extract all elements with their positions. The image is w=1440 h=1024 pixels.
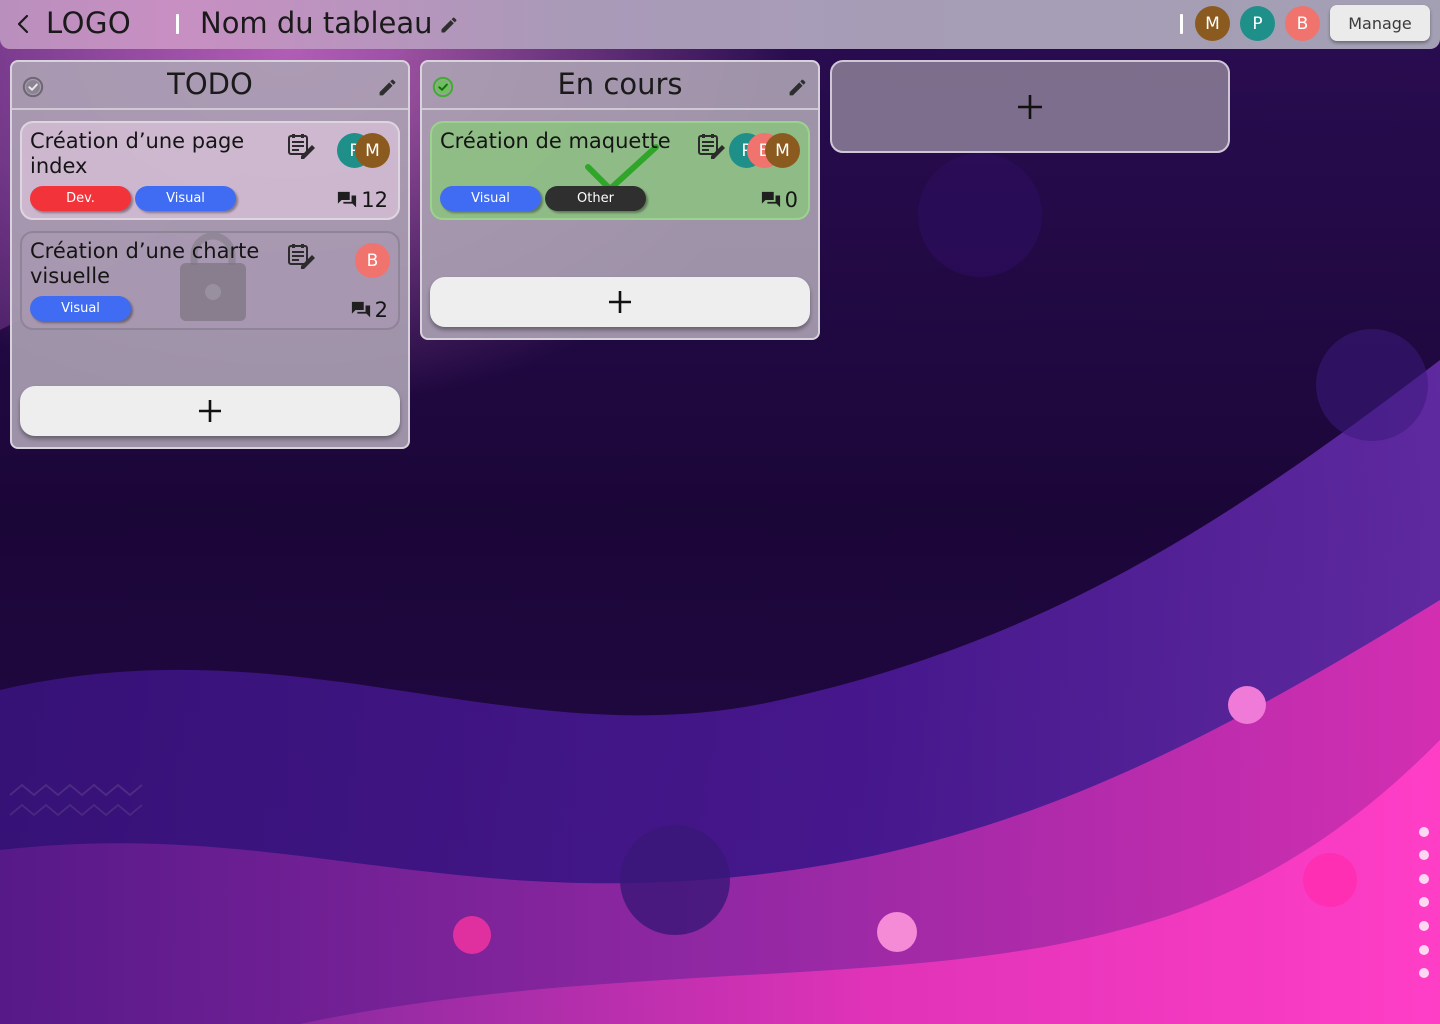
avatar[interactable]: B — [1285, 6, 1320, 41]
avatar: M — [765, 133, 800, 168]
avatar: B — [355, 243, 390, 278]
task-card[interactable]: Création de maquette P B M Visual Other … — [430, 121, 810, 220]
column-title[interactable]: En cours — [422, 67, 818, 101]
comments-count[interactable]: 12 — [336, 188, 388, 212]
tag[interactable]: Visual — [135, 186, 236, 211]
pencil-icon[interactable] — [439, 15, 459, 35]
avatar[interactable]: M — [1195, 6, 1230, 41]
comments-value: 12 — [361, 188, 388, 212]
notes-edit-icon[interactable] — [287, 133, 319, 163]
comments-count[interactable]: 0 — [760, 188, 798, 212]
task-card[interactable]: Création d’une charte visuelle B Visual … — [20, 231, 400, 330]
plus-icon — [199, 400, 221, 422]
tag[interactable]: Other — [545, 186, 646, 211]
column-header: En cours — [422, 62, 818, 110]
board-title[interactable]: Nom du tableau — [200, 6, 433, 40]
add-column-button[interactable] — [830, 60, 1230, 153]
card-title: Création de maquette — [440, 129, 671, 153]
comments-icon — [761, 191, 780, 208]
comments-value: 0 — [784, 188, 798, 212]
tag[interactable]: Visual — [440, 186, 541, 211]
comments-icon — [351, 301, 370, 318]
card-title: Création d’une charte visuelle — [30, 239, 260, 288]
header-divider — [176, 14, 179, 34]
avatar: M — [355, 133, 390, 168]
logo[interactable]: LOGO — [46, 6, 131, 40]
chevron-left-icon[interactable] — [14, 13, 32, 35]
manage-button[interactable]: Manage — [1330, 5, 1430, 41]
board-header: LOGO Nom du tableau M P B Manage — [0, 0, 1440, 49]
pencil-icon[interactable] — [787, 77, 808, 98]
tag[interactable]: Dev. — [30, 186, 131, 211]
header-divider — [1180, 14, 1183, 34]
comments-icon — [338, 191, 357, 208]
tag[interactable]: Visual — [30, 296, 131, 321]
avatar[interactable]: P — [1240, 6, 1275, 41]
notes-edit-icon[interactable] — [287, 243, 319, 273]
task-card[interactable]: Création d’une page index P M Dev. Visua… — [20, 121, 400, 220]
comments-value: 2 — [374, 298, 388, 322]
plus-icon — [609, 291, 631, 313]
notes-edit-icon[interactable] — [697, 133, 729, 163]
pencil-icon[interactable] — [377, 77, 398, 98]
column-en-cours: En cours Création de maquette P B M Visu… — [420, 60, 820, 340]
card-title: Création d’une page index — [30, 129, 245, 178]
add-card-button[interactable] — [430, 277, 810, 327]
column-header: TODO — [12, 62, 408, 110]
plus-icon — [1018, 94, 1042, 119]
column-title[interactable]: TODO — [12, 67, 408, 101]
column-todo: TODO Création d’une page index P M Dev. … — [10, 60, 410, 449]
add-card-button[interactable] — [20, 386, 400, 436]
comments-count[interactable]: 2 — [350, 298, 388, 322]
